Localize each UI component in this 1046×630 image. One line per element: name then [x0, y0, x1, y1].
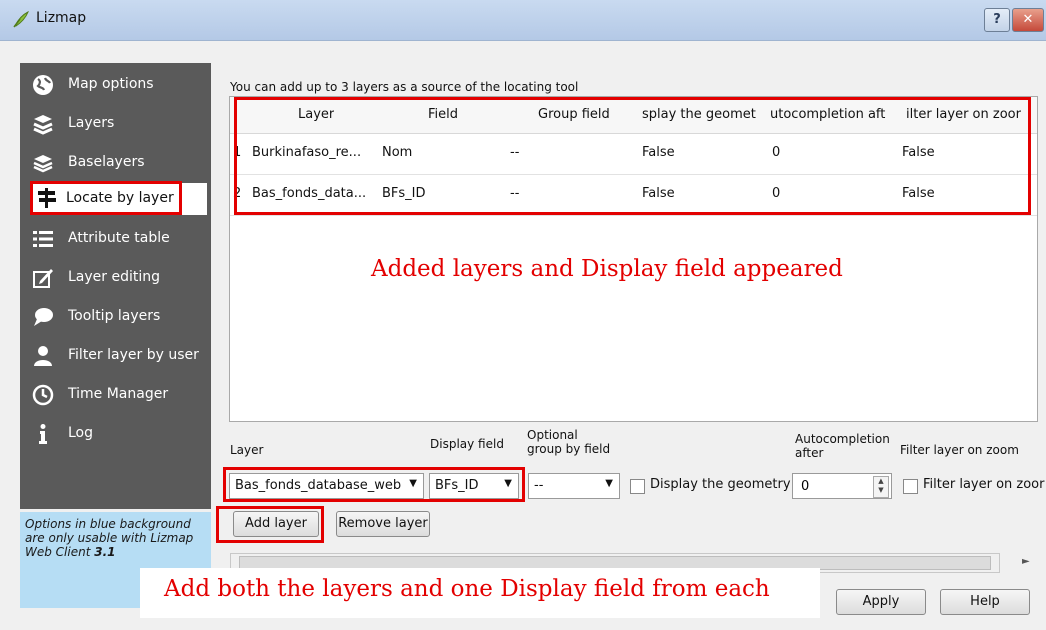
autocompletion-label-line-2: after: [795, 446, 824, 460]
sidebar: Map options Layers Baselayers Locate by …: [20, 63, 211, 509]
annotation-box-locate-by-layer: [30, 181, 182, 215]
help-button[interactable]: Help: [940, 589, 1030, 615]
annotation-box-add-layer: [216, 506, 324, 543]
display-geometry-checkbox[interactable]: [630, 479, 645, 494]
edit-icon: [33, 269, 53, 288]
display-geometry-label: Display the geometry: [650, 477, 791, 492]
annotation-top: Added layers and Display field appeared: [371, 256, 843, 282]
sidebar-item-attribute-table[interactable]: Attribute table: [26, 223, 209, 255]
annotation-box-layer-and-field: [223, 467, 525, 502]
annotation-box-table-rows: [234, 97, 1031, 215]
optional-group-label-line-2: group by field: [527, 442, 611, 456]
sidebar-item-layer-editing[interactable]: Layer editing: [26, 262, 209, 294]
title-bar: Lizmap ? ✕: [0, 0, 1046, 41]
sidebar-item-label: Baselayers: [68, 154, 145, 170]
annotation-bottom: Add both the layers and one Display fiel…: [164, 576, 770, 602]
autocompletion-spinbox[interactable]: 0 ▲ ▼: [792, 473, 892, 499]
note-line-3: Web Client: [25, 545, 95, 559]
speech-bubble-icon: [34, 308, 53, 326]
clock-icon: [32, 384, 54, 406]
optional-group-label-line-1: Optional: [527, 428, 578, 442]
note-version: 3.1: [94, 545, 116, 559]
sidebar-item-label: Filter layer by user: [68, 347, 199, 363]
note-line-2: are only usable with Lizmap: [25, 531, 194, 545]
window-title: Lizmap: [36, 10, 87, 26]
baselayers-icon: [33, 155, 53, 173]
group-by-field-combobox[interactable]: -- ▼: [528, 473, 620, 499]
sidebar-item-map-options[interactable]: Map options: [26, 69, 209, 101]
locate-hint-text: You can add up to 3 layers as a source o…: [230, 80, 579, 94]
sidebar-item-baselayers[interactable]: Baselayers: [26, 147, 209, 179]
note-line-1: Options in blue background: [25, 517, 191, 531]
scroll-right-arrow-icon[interactable]: ►: [1022, 556, 1030, 567]
sidebar-item-tooltip-layers[interactable]: Tooltip layers: [26, 301, 209, 333]
user-icon: [34, 346, 52, 366]
layers-icon: [33, 115, 53, 135]
sidebar-item-label: Log: [68, 425, 94, 441]
info-icon: [39, 424, 47, 444]
sidebar-item-log[interactable]: Log: [26, 418, 209, 450]
remove-layer-button[interactable]: Remove layer: [336, 511, 430, 537]
autocompletion-label: Autocompletion after: [795, 432, 890, 460]
sidebar-item-label: Time Manager: [68, 386, 169, 402]
chevron-down-icon: ▼: [605, 478, 613, 489]
globe-icon: [33, 75, 53, 95]
filter-on-zoom-checkbox-label: Filter layer on zoor: [923, 477, 1045, 492]
list-icon: [33, 231, 53, 247]
apply-button[interactable]: Apply: [836, 589, 926, 615]
sidebar-item-label: Layer editing: [68, 269, 161, 285]
filter-on-zoom-label: Filter layer on zoom: [900, 443, 1019, 457]
lizmap-logo-icon: [13, 10, 29, 28]
window-help-button[interactable]: ?: [984, 8, 1010, 32]
sidebar-item-filter-layer-by-user[interactable]: Filter layer by user: [26, 340, 209, 372]
sidebar-item-label: Map options: [68, 76, 154, 92]
autocompletion-spinbox-value: 0: [801, 479, 810, 494]
sidebar-item-label: Tooltip layers: [68, 308, 161, 324]
group-by-field-combobox-value: --: [534, 478, 544, 493]
sidebar-item-label: Layers: [68, 115, 115, 131]
lizmap-dialog: Lizmap ? ✕ Map options Layers Baselayers…: [0, 0, 1046, 630]
display-field-label: Display field: [430, 437, 504, 451]
spinbox-arrows-icon[interactable]: ▲ ▼: [873, 476, 889, 498]
autocompletion-label-line-1: Autocompletion: [795, 432, 890, 446]
layer-label: Layer: [230, 443, 264, 457]
sidebar-item-layers[interactable]: Layers: [26, 108, 209, 140]
filter-on-zoom-checkbox[interactable]: [903, 479, 918, 494]
optional-group-label: Optional group by field: [527, 428, 610, 456]
sidebar-item-time-manager[interactable]: Time Manager: [26, 379, 209, 411]
sidebar-item-label: Attribute table: [68, 230, 170, 246]
window-close-button[interactable]: ✕: [1012, 8, 1044, 32]
